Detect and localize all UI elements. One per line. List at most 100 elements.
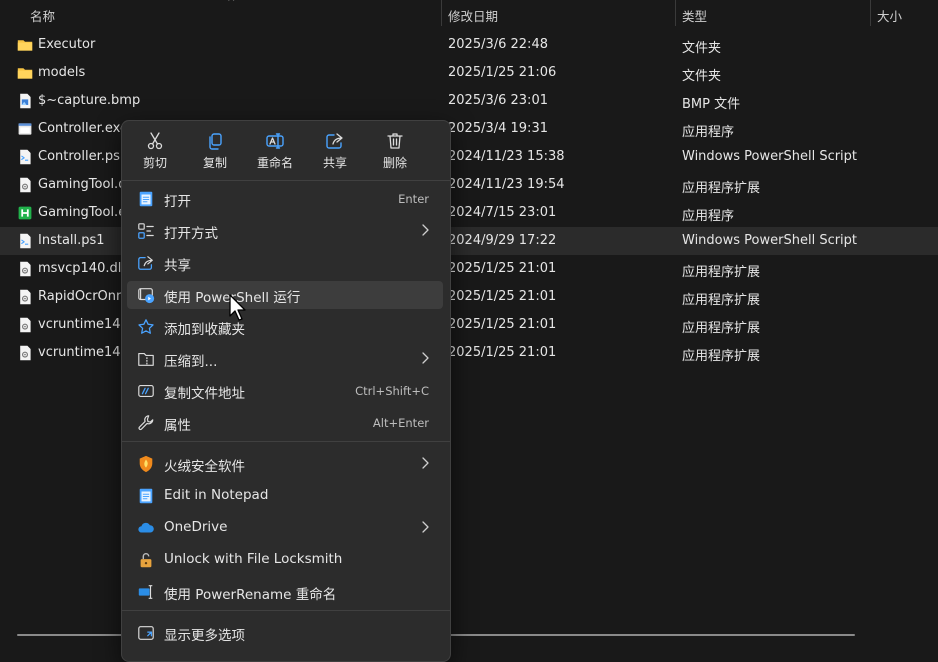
menu-item[interactable]: 显示更多选项 xyxy=(127,619,443,647)
menu-item[interactable]: 使用 PowerRename 重命名 xyxy=(127,578,443,606)
chevron-right-icon xyxy=(422,521,429,533)
menu-item[interactable]: 打开方式 xyxy=(127,217,443,245)
menu-item[interactable]: 属性 Alt+Enter xyxy=(127,409,443,437)
menu-item[interactable]: 复制文件地址 Ctrl+Shift+C xyxy=(127,377,443,405)
quick-action-label: 剪切 xyxy=(142,156,167,170)
menu-separator xyxy=(122,610,450,611)
dll-file-icon xyxy=(20,289,31,305)
folder-icon xyxy=(17,68,33,79)
menu-item-label: 打开方式 xyxy=(164,226,218,242)
copy-icon xyxy=(209,133,222,150)
file-date: 2024/11/23 19:54 xyxy=(448,177,565,192)
chevron-right-icon xyxy=(422,352,429,364)
file-name: Executor xyxy=(38,37,96,52)
column-divider[interactable] xyxy=(870,0,871,26)
file-name: msvcp140.dll xyxy=(38,261,125,276)
quick-action-copy-button[interactable]: 复制 xyxy=(186,131,244,175)
menu-item-label: 压缩到... xyxy=(164,354,218,370)
file-date: 2024/11/23 15:38 xyxy=(448,149,565,164)
menu-item-icon-wrap xyxy=(137,350,155,368)
menu-item-icon-wrap xyxy=(137,190,155,208)
submenu-chevron xyxy=(421,223,429,237)
column-divider[interactable] xyxy=(675,0,676,26)
quick-action-share-button[interactable]: 共享 xyxy=(306,131,364,175)
menu-item[interactable]: 火绒安全软件 xyxy=(127,450,443,478)
file-icon-wrap xyxy=(17,317,33,333)
file-type: 文件夹 xyxy=(682,41,722,56)
file-date: 2025/1/25 21:01 xyxy=(448,345,557,360)
green-h-app-icon xyxy=(18,206,32,220)
menu-item-label: Unlock with File Locksmith xyxy=(164,551,343,567)
menu-item-icon-wrap xyxy=(137,583,155,601)
quick-action-scissors-button[interactable]: 剪切 xyxy=(126,131,184,175)
file-date: 2025/3/6 23:01 xyxy=(448,93,548,108)
file-type: 应用程序扩展 xyxy=(682,293,761,308)
onedrive-cloud-icon xyxy=(138,522,154,533)
dll-file-icon xyxy=(20,261,31,277)
file-date: 2024/9/29 17:22 xyxy=(448,233,557,248)
submenu-chevron xyxy=(421,351,429,365)
menu-item-icon-wrap xyxy=(137,318,155,336)
file-type: 应用程序 xyxy=(682,125,735,140)
file-type: 应用程序扩展 xyxy=(682,265,761,280)
submenu-chevron xyxy=(421,456,429,470)
file-name: GamingTool.ex xyxy=(38,205,134,220)
column-size[interactable]: 大小 xyxy=(877,6,902,25)
file-date: 2025/1/25 21:06 xyxy=(448,65,557,80)
column-date[interactable]: 修改日期 xyxy=(448,6,498,25)
quick-action-rename-button[interactable]: 重命名 xyxy=(246,131,304,175)
file-icon-wrap xyxy=(17,37,33,53)
script-file-icon xyxy=(20,149,31,165)
file-icon-wrap xyxy=(17,205,33,221)
file-name: Controller.ps1 xyxy=(38,149,129,164)
file-type: Windows PowerShell Script xyxy=(682,149,858,164)
file-date: 2025/3/6 22:48 xyxy=(448,37,548,52)
quick-action-trash-button[interactable]: 删除 xyxy=(366,131,424,175)
file-icon-wrap xyxy=(17,93,33,109)
file-row[interactable]: Executor 2025/3/6 22:48 文件夹 xyxy=(0,31,938,59)
notepad-icon xyxy=(139,488,153,504)
file-type: 应用程序扩展 xyxy=(682,321,761,336)
menu-item[interactable]: Unlock with File Locksmith xyxy=(127,546,443,574)
menu-item-shortcut: Alt+Enter xyxy=(372,416,429,430)
file-icon-wrap xyxy=(17,177,33,193)
file-icon-wrap xyxy=(17,345,33,361)
zip-folder-icon xyxy=(138,353,154,366)
menu-item-icon-wrap xyxy=(137,382,155,400)
file-type: 应用程序 xyxy=(682,209,735,224)
padlock-icon xyxy=(140,553,152,568)
file-row[interactable]: $~capture.bmp 2025/3/6 23:01 BMP 文件 xyxy=(0,87,938,115)
menu-item-label: 共享 xyxy=(164,258,191,274)
menu-item[interactable]: Edit in Notepad xyxy=(127,482,443,510)
menu-item-label: Edit in Notepad xyxy=(164,487,269,503)
file-icon-wrap xyxy=(17,121,33,137)
menu-item-icon-wrap xyxy=(137,222,155,240)
menu-item-icon-wrap xyxy=(137,414,155,432)
file-name: models xyxy=(38,65,86,80)
column-name[interactable]: 名称 xyxy=(30,6,55,25)
file-row[interactable]: models 2025/1/25 21:06 文件夹 xyxy=(0,59,938,87)
file-name: $~capture.bmp xyxy=(38,93,141,108)
menu-item-shortcut: Enter xyxy=(398,192,429,206)
quick-action-label: 删除 xyxy=(382,156,407,170)
menu-item[interactable]: OneDrive xyxy=(127,514,443,542)
more-options-icon xyxy=(138,626,154,640)
dll-file-icon xyxy=(20,317,31,333)
column-divider[interactable] xyxy=(441,0,442,26)
menu-item[interactable]: 共享 xyxy=(127,249,443,277)
file-icon-wrap xyxy=(17,233,33,249)
menu-item-icon-wrap xyxy=(137,455,155,473)
menu-item[interactable]: 添加到收藏夹 xyxy=(127,313,443,341)
submenu-chevron xyxy=(421,520,429,534)
menu-item[interactable]: 压缩到... xyxy=(127,345,443,373)
quick-action-bar: 剪切 复制 重命名 共享 删除 xyxy=(122,121,450,181)
menu-item-icon-wrap xyxy=(137,286,155,304)
menu-item[interactable]: 使用 PowerShell 运行 xyxy=(127,281,443,309)
file-name: Controller.exe xyxy=(38,121,128,136)
notepad-icon xyxy=(139,191,153,207)
menu-item-shortcut: Ctrl+Shift+C xyxy=(355,384,429,398)
menu-item[interactable]: 打开 Enter xyxy=(127,185,443,213)
column-type[interactable]: 类型 xyxy=(682,6,707,25)
huorong-shield-icon xyxy=(139,455,153,473)
menu-item-icon-wrap xyxy=(137,624,155,642)
